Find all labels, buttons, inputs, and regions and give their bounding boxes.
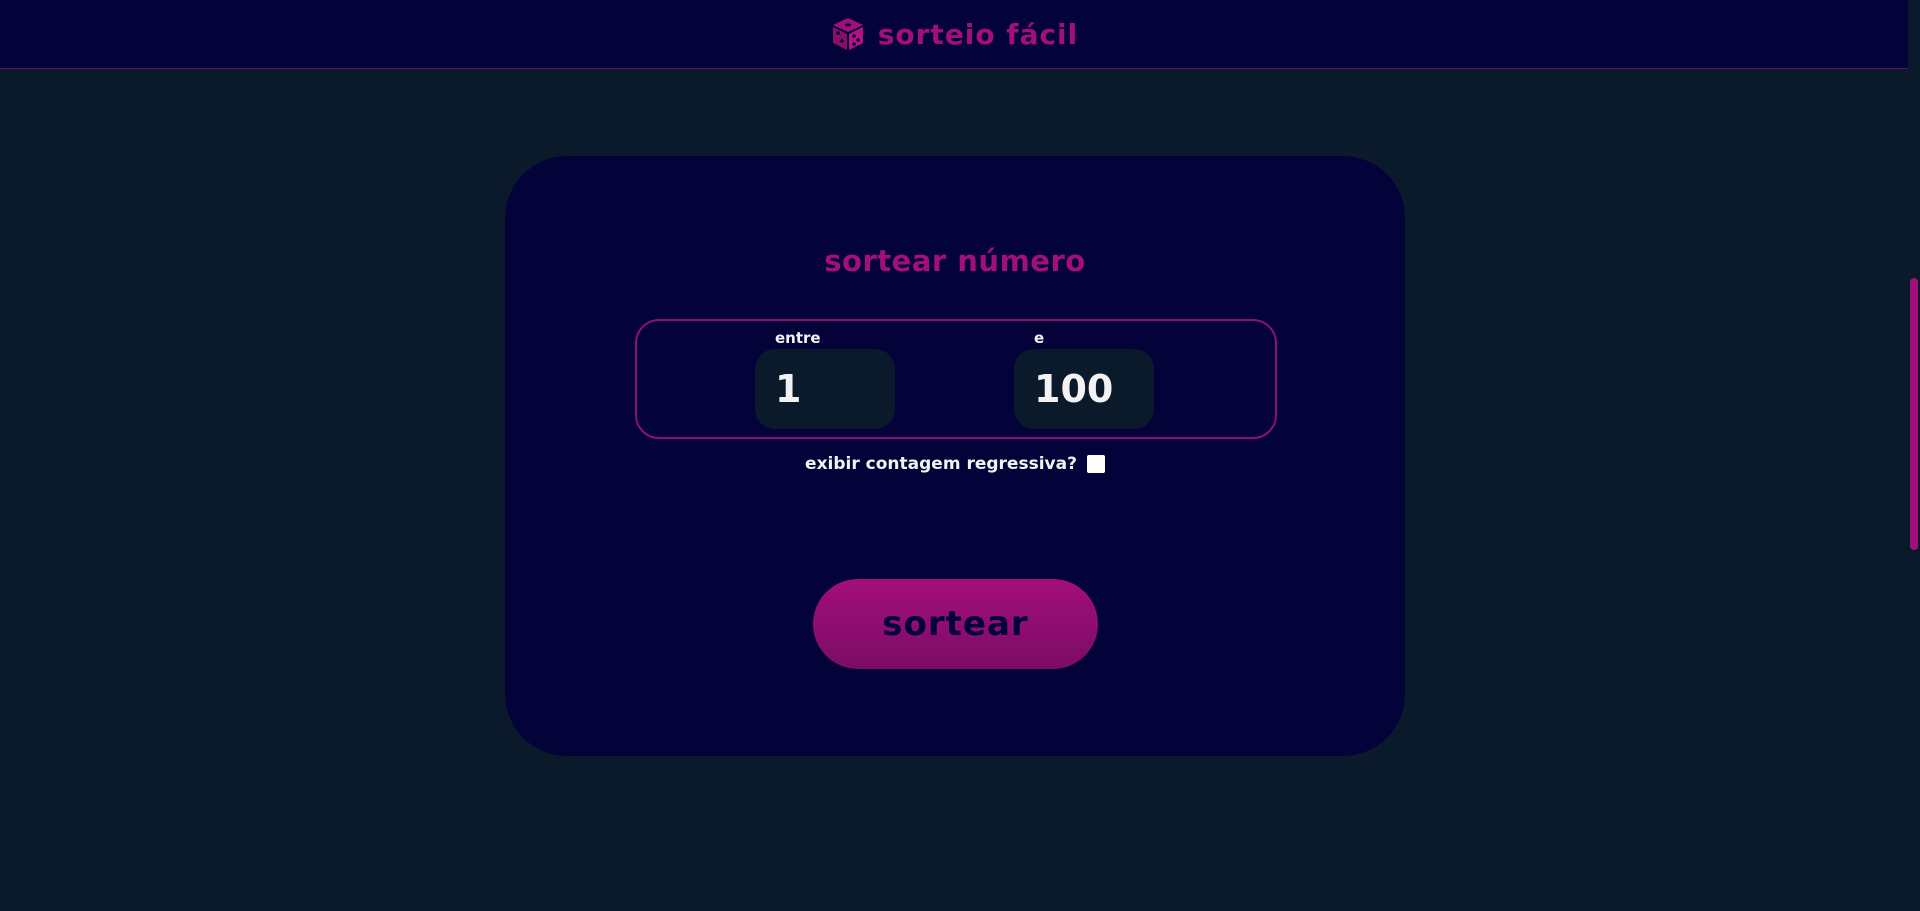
app-title: sorteio fácil xyxy=(877,17,1079,51)
range-box: entre e xyxy=(635,319,1277,439)
card-title: sortear número xyxy=(824,244,1086,278)
countdown-checkbox[interactable] xyxy=(1086,455,1105,473)
to-label: e xyxy=(1034,329,1045,347)
from-label: entre xyxy=(775,329,821,347)
page: sorteio fácil sortear número entre e exi… xyxy=(0,0,1920,911)
to-input[interactable] xyxy=(1014,349,1154,429)
from-input[interactable] xyxy=(755,349,895,429)
countdown-label: exibir contagem regressiva? xyxy=(805,454,1077,474)
dice-icon xyxy=(830,16,866,52)
countdown-row: exibir contagem regressiva? xyxy=(505,454,1405,474)
scrollbar-thumb[interactable] xyxy=(1910,278,1918,550)
top-header: sorteio fácil xyxy=(0,0,1908,69)
draw-card: sortear número entre e exibir contagem r… xyxy=(505,156,1405,756)
page-scrollbar[interactable] xyxy=(1908,0,1920,911)
draw-button[interactable]: sortear xyxy=(813,579,1098,669)
